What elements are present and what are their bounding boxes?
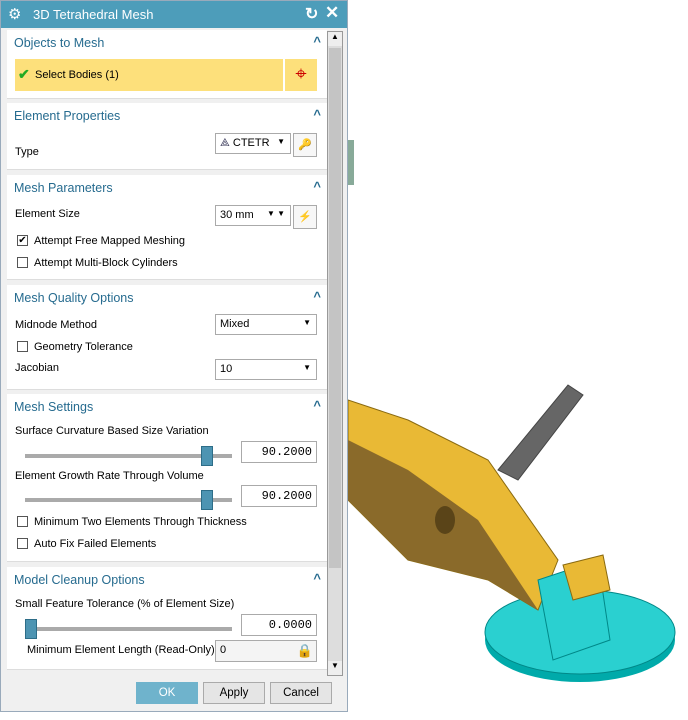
element-size-value: 30 mm [220, 209, 254, 221]
model-viewport[interactable] [348, 0, 688, 720]
multi-block-checkbox[interactable] [17, 257, 28, 268]
type-value: CTETR [232, 137, 270, 149]
growth-rate-label: Element Growth Rate Through Volume [15, 470, 204, 482]
chevron-down-icon: ▼ [303, 363, 311, 372]
curvature-label: Surface Curvature Based Size Variation [15, 425, 209, 437]
midnode-dropdown[interactable]: Mixed ▼ [215, 314, 317, 335]
collapse-icon[interactable]: ^ [313, 34, 321, 49]
scroll-up-arrow[interactable]: ▲ [328, 32, 342, 46]
collapse-icon[interactable]: ^ [313, 571, 321, 586]
section-mesh-parameters: Mesh Parameters ^ Element Size 30 mm ▼ ▼ … [7, 175, 327, 280]
crosshair-select-button[interactable]: ⌖ [285, 59, 317, 91]
title-bar: ⚙ 3D Tetrahedral Mesh ↻ ✕ [1, 1, 347, 28]
section-title: Model Cleanup Options [14, 573, 145, 587]
growth-slider-thumb[interactable] [201, 490, 213, 510]
element-size-dropdown[interactable]: 30 mm ▼ ▼ [215, 205, 291, 226]
midnode-value: Mixed [220, 318, 250, 330]
min-two-elements-label: Minimum Two Elements Through Thickness [34, 516, 247, 528]
section-title: Element Properties [14, 109, 121, 123]
section-mesh-settings: Mesh Settings ^ Surface Curvature Based … [7, 394, 327, 562]
tolerance-input[interactable]: 0.0000 [241, 614, 317, 636]
section-title: Objects to Mesh [14, 36, 105, 50]
scroll-down-arrow[interactable]: ▼ [328, 661, 342, 675]
collapse-icon[interactable]: ^ [313, 289, 321, 304]
section-title: Mesh Quality Options [14, 291, 134, 305]
close-icon[interactable]: ✕ [325, 3, 339, 23]
min-length-field: 0 🔒 [215, 640, 317, 662]
scroll-thumb[interactable] [329, 48, 341, 568]
geometry-tolerance-label: Geometry Tolerance [34, 341, 133, 353]
jacobian-dropdown[interactable]: 10 ▼ [215, 359, 317, 380]
gear-icon: ⚙ [8, 6, 22, 23]
jacobian-value: 10 [220, 363, 233, 375]
jacobian-label: Jacobian [15, 362, 60, 374]
collapse-icon[interactable]: ^ [313, 398, 321, 413]
tolerance-slider-track[interactable] [25, 627, 232, 631]
tetrahedral-mesh-dialog: ⚙ 3D Tetrahedral Mesh ↻ ✕ ▲ ▼ Objects to… [0, 0, 348, 712]
midnode-label: Midnode Method [15, 319, 97, 331]
element-size-label: Element Size [15, 208, 80, 220]
cancel-button[interactable]: Cancel [270, 682, 332, 704]
collapse-icon[interactable]: ^ [313, 179, 321, 194]
free-mapped-label: Attempt Free Mapped Meshing [34, 235, 186, 247]
section-mesh-quality: Mesh Quality Options ^ Midnode Method Mi… [7, 285, 327, 390]
dialog-title: 3D Tetrahedral Mesh [33, 7, 154, 22]
section-title: Mesh Settings [14, 400, 94, 414]
curvature-slider-thumb[interactable] [201, 446, 213, 466]
auto-fix-label: Auto Fix Failed Elements [34, 538, 157, 550]
section-element-properties: Element Properties ^ Type ⟁ CTETR ▼ 🔑 [7, 103, 327, 170]
curvature-input[interactable]: 90.2000 [241, 441, 317, 463]
section-objects-to-mesh: Objects to Mesh ^ ✔ Select Bodies (1) ⌖ [7, 30, 327, 99]
ok-button[interactable]: OK [136, 682, 198, 704]
section-model-cleanup: Model Cleanup Options ^ Small Feature To… [7, 567, 327, 670]
type-dropdown[interactable]: ⟁ CTETR ▼ [215, 133, 291, 154]
collapse-icon[interactable]: ^ [313, 107, 321, 122]
auto-fix-checkbox[interactable] [17, 538, 28, 549]
select-bodies-row[interactable]: ✔ Select Bodies (1) [15, 59, 283, 91]
section-title: Mesh Parameters [14, 181, 113, 195]
min-length-value: 0 [220, 644, 227, 656]
type-label: Type [15, 146, 39, 158]
growth-rate-input[interactable]: 90.2000 [241, 485, 317, 507]
select-bodies-label: Select Bodies (1) [35, 69, 119, 81]
mesh-model [348, 140, 676, 682]
geometry-tolerance-checkbox[interactable] [17, 341, 28, 352]
min-two-elements-checkbox[interactable] [17, 516, 28, 527]
chevron-down-icon: ▼ [277, 137, 285, 146]
element-properties-button[interactable]: 🔑 [293, 133, 317, 157]
tolerance-slider-thumb[interactable] [25, 619, 37, 639]
apply-button[interactable]: Apply [203, 682, 265, 704]
lock-icon: 🔒 [296, 643, 313, 658]
feature-tolerance-label: Small Feature Tolerance (% of Element Si… [15, 598, 235, 610]
scrollbar[interactable]: ▲ ▼ [327, 31, 343, 676]
min-length-label: Minimum Element Length (Read-Only) [27, 644, 215, 656]
check-icon: ✔ [18, 66, 30, 82]
chevron-down-icon: ▼ ▼ [266, 209, 285, 218]
reset-icon[interactable]: ↻ [305, 4, 318, 24]
chevron-down-icon: ▼ [303, 318, 311, 327]
tetra-icon: ⟁ [220, 137, 230, 149]
free-mapped-checkbox[interactable]: ✔ [17, 235, 28, 246]
auto-size-button[interactable]: ⚡ [293, 205, 317, 229]
multi-block-label: Attempt Multi-Block Cylinders [34, 257, 178, 269]
